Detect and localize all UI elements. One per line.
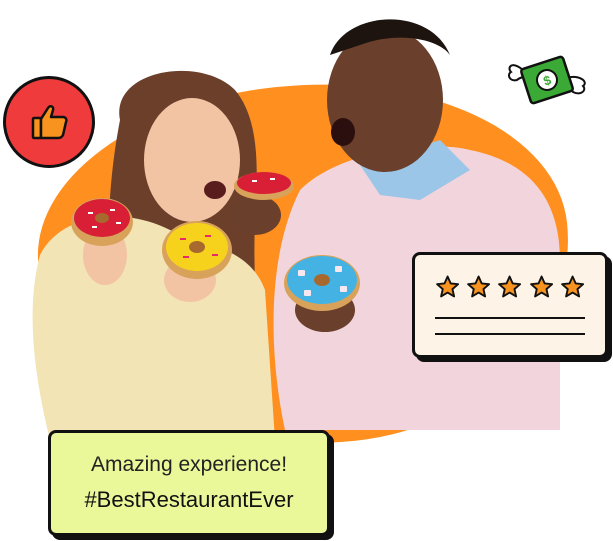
hero-illustration: $ Amazing experience! #BestRestaurantEve… [0,0,613,541]
review-bubble: Amazing experience! #BestRestaurantEver [48,430,330,536]
text-placeholder-line [435,333,585,335]
star-icon [436,275,460,298]
text-placeholder-line [435,317,585,319]
thumbs-up-icon [31,105,68,140]
review-hashtag: #BestRestaurantEver [84,487,294,512]
flying-money-icon: $ [508,55,586,105]
star-icon [529,275,553,298]
star-icon [560,275,584,298]
star-icon [498,275,522,298]
star-rating [435,273,585,301]
review-headline: Amazing experience! [90,453,288,476]
rating-card [412,252,608,358]
thumbs-up-badge [3,76,95,168]
star-icon [467,275,491,298]
